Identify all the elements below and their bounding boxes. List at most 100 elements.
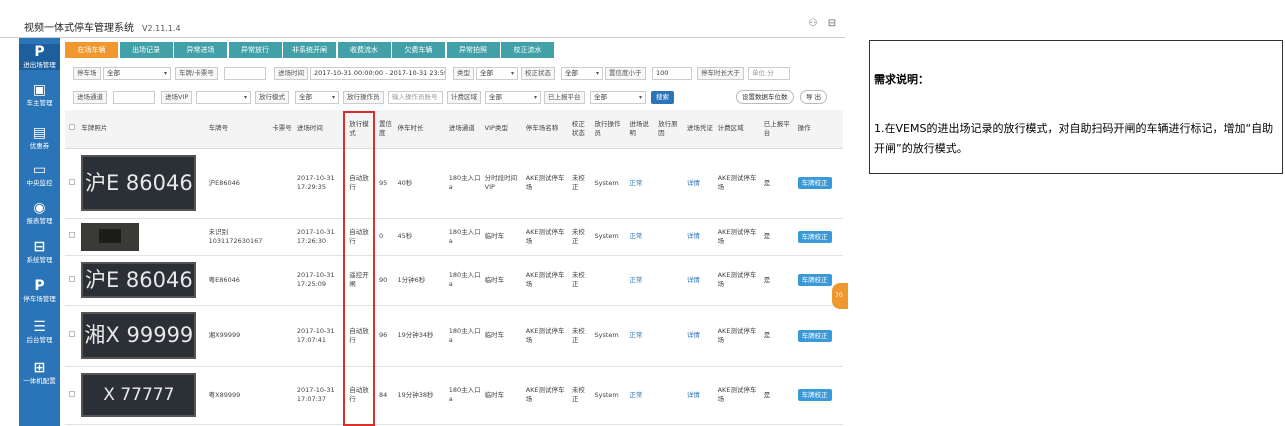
duration-input[interactable]: 单位:分 <box>748 67 790 80</box>
column-header[interactable] <box>65 110 80 149</box>
entry-proof-link[interactable]: 详情 <box>687 276 700 284</box>
plate-photo[interactable]: 湘X 99999 <box>81 312 197 359</box>
operator-label: 放行操作员 <box>343 91 384 104</box>
sidebar-item-label: 中央监控 <box>26 179 53 187</box>
cell-note: 正常 <box>627 148 657 219</box>
table-row: 未识别1031172630167 2017-10-31 17:26:30 自动放行 0… <box>65 218 843 256</box>
sidebar-item-2[interactable]: ▤ 优惠券 <box>19 125 60 151</box>
sidebar-item-6[interactable]: P 停车场管理 <box>19 278 60 304</box>
tab-8[interactable]: 校正流水 <box>501 42 554 58</box>
tab-3[interactable]: 异常放行 <box>228 42 282 58</box>
mode-select[interactable]: 全部 ▾ <box>295 91 339 104</box>
cell-conf: 95 <box>376 148 396 219</box>
cell-action: 车牌校正 <box>795 218 843 256</box>
cell-plate: 湘X99999 <box>206 305 271 367</box>
plate-photo[interactable]: 沪E 86046 <box>81 155 197 211</box>
plate-correct-button[interactable]: 车牌校正 <box>797 329 832 342</box>
parking-icon: P <box>34 44 45 60</box>
entry-proof-link[interactable]: 详情 <box>687 331 700 339</box>
cell-reason <box>656 148 685 219</box>
tab-0[interactable]: 在场车辆 <box>65 42 118 58</box>
tab-1[interactable]: 出场记录 <box>119 42 173 58</box>
plate-photo[interactable]: X 77777 <box>81 373 197 417</box>
cell-vip: 临时车 <box>482 366 524 425</box>
entry-proof-link[interactable]: 详情 <box>687 179 700 187</box>
type-label: 类型 <box>453 67 474 80</box>
duration-label: 停车时长大于 <box>697 67 744 80</box>
entry-note-link[interactable]: 正常 <box>629 276 642 284</box>
time-label: 进场时间 <box>274 67 308 80</box>
plate-input[interactable] <box>224 67 266 80</box>
cell-reported: 是 <box>761 366 796 425</box>
row-checkbox[interactable] <box>69 331 75 337</box>
filter-row-1: 停车场 全部 ▾ 车牌/卡票号 进场时间 2017-10-31 00:00:00 … <box>65 65 843 82</box>
sidebar-item-7[interactable]: ☰ 后台管理 <box>19 319 60 345</box>
sidebar-item-8[interactable]: ⊞ 一体机配置 <box>19 360 60 386</box>
monitor-icon: ▭ <box>32 162 47 178</box>
sidebar-item-4[interactable]: ◉ 报表管理 <box>19 200 60 226</box>
cell-time: 2017-10-31 17:29:35 <box>294 148 348 219</box>
tab-6[interactable]: 欠费车辆 <box>392 42 445 58</box>
cell-reason <box>656 366 685 425</box>
plate-photo[interactable] <box>81 222 140 251</box>
row-checkbox[interactable] <box>69 390 75 397</box>
sidebar-item-label: 系统管理 <box>26 256 53 264</box>
table-row: 沪E 86046 粤E86046 2017-10-31 17:25:09 遥控开闸 90… <box>65 255 843 306</box>
tab-2[interactable]: 异常进场 <box>174 42 227 58</box>
confidence-input[interactable]: 100 <box>652 67 692 80</box>
time-range-input[interactable]: 2017-10-31 00:00:00 - 2017-10-31 23:59:5… <box>310 67 446 80</box>
correct-select[interactable]: 全部 ▾ <box>561 67 603 80</box>
cell-note: 正常 <box>627 218 657 256</box>
sidebar-item-1[interactable]: ▣ 车主管理 <box>19 82 60 108</box>
plate-correct-button[interactable]: 车牌校正 <box>797 230 832 243</box>
side-float-badge[interactable]: 70 <box>832 283 848 309</box>
plate-correct-button[interactable]: 车牌校正 <box>797 274 832 286</box>
chevron-down-icon: ▾ <box>638 94 642 101</box>
type-select[interactable]: 全部 ▾ <box>476 67 518 80</box>
channel-input[interactable] <box>113 91 155 104</box>
area-select[interactable]: 全部 ▾ <box>485 91 541 104</box>
sidebar-item-label: 一体机配置 <box>23 377 56 385</box>
tab-5[interactable]: 收费流水 <box>337 42 391 58</box>
entry-proof-link[interactable]: 详情 <box>687 232 700 240</box>
row-checkbox[interactable] <box>69 232 75 238</box>
reported-select[interactable]: 全部 ▾ <box>590 91 646 104</box>
column-header: 进场凭证 <box>684 110 716 149</box>
tab-7[interactable]: 异常拍照 <box>446 42 500 58</box>
table-row: 湘X 99999 湘X99999 2017-10-31 17:07:41 自动放行 96… <box>65 305 843 367</box>
entry-note-link[interactable]: 正常 <box>629 331 642 339</box>
lot-select-value: 全部 <box>107 69 120 77</box>
cell-channel: 180主入口a <box>446 366 483 425</box>
entry-note-link[interactable]: 正常 <box>629 391 642 399</box>
sidebar: P 进出场管理 ▣ 车主管理 ▤ 优惠券 ▭ 中央监控 ◉ 报表管理 ⊟ 系统管理 P 停车场管理 ☰ 后台管… <box>19 38 60 426</box>
chevron-down-icon: ▾ <box>533 94 537 101</box>
entry-note-link[interactable]: 正常 <box>629 179 642 187</box>
cell-mode: 自动放行 <box>347 305 377 367</box>
cell-operator: System <box>592 366 628 425</box>
sidebar-item-label: 优惠券 <box>29 142 50 150</box>
row-checkbox[interactable] <box>69 275 75 282</box>
vip-select[interactable]: ▾ <box>196 91 251 104</box>
sidebar-item-3[interactable]: ▭ 中央监控 <box>19 162 60 188</box>
entry-proof-link[interactable]: 详情 <box>687 391 700 399</box>
row-checkbox[interactable] <box>69 178 75 185</box>
lot-select[interactable]: 全部 ▾ <box>103 67 171 80</box>
operator-input[interactable]: 输入操作员账号 <box>388 91 443 104</box>
sidebar-item-0[interactable]: P 进出场管理 <box>19 44 60 70</box>
user-icon[interactable]: ⚇ <box>807 18 819 30</box>
set-count-button[interactable]: 设置数据车位数 <box>736 90 794 104</box>
sidebar-item-5[interactable]: ⊟ 系统管理 <box>19 239 60 265</box>
cell-proof: 详情 <box>684 218 716 256</box>
tab-4[interactable]: 非系统开闸 <box>283 42 336 58</box>
cell-conf: 0 <box>376 218 396 256</box>
plate-correct-button[interactable]: 车牌校正 <box>797 389 832 401</box>
search-button[interactable]: 搜索 <box>651 91 674 104</box>
entry-note-link[interactable]: 正常 <box>629 232 642 240</box>
logout-icon[interactable]: ⊟ <box>826 18 838 30</box>
select-all-checkbox[interactable] <box>69 124 75 131</box>
plate-correct-button[interactable]: 车牌校正 <box>797 177 832 189</box>
export-button[interactable]: 导 出 <box>800 90 828 104</box>
plate-photo[interactable]: 沪E 86046 <box>81 262 197 298</box>
cell-mode: 遥控开闸 <box>347 255 377 306</box>
chevron-down-icon: ▾ <box>243 94 247 101</box>
